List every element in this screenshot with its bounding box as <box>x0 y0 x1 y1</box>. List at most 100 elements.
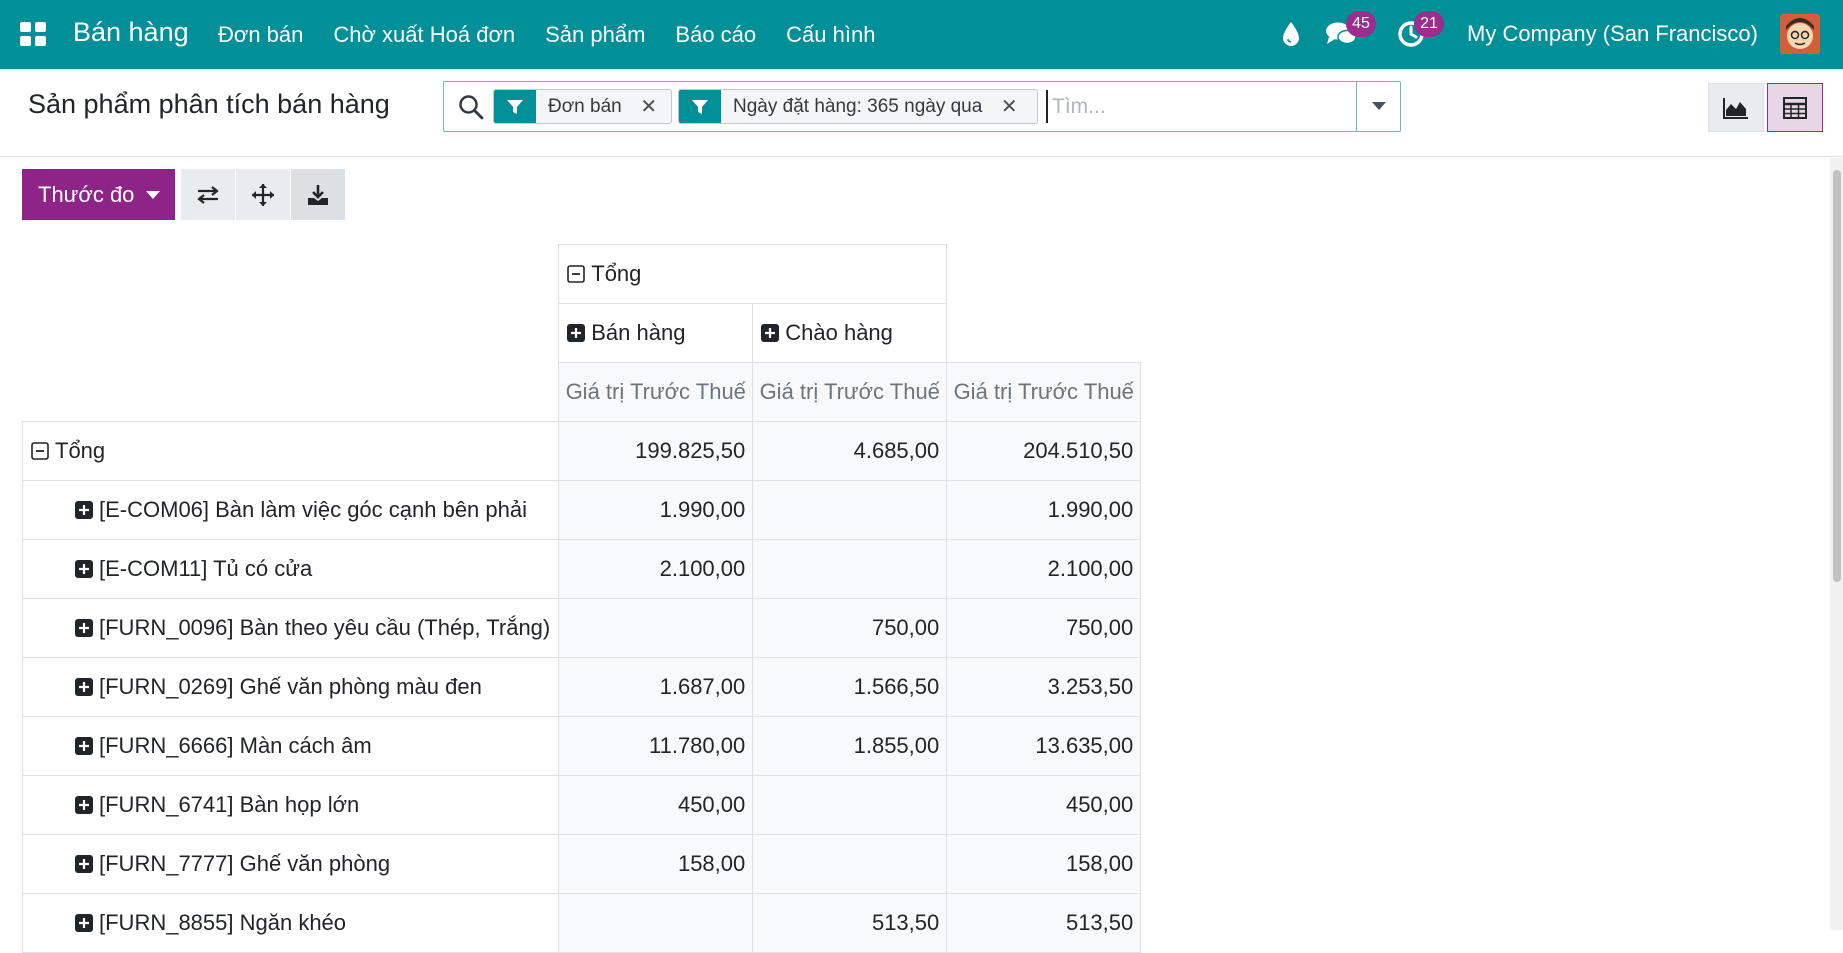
expand-plus-icon <box>567 324 586 342</box>
row-header-product[interactable]: [FURN_0269] Ghế văn phòng màu đen <box>21 657 560 717</box>
scrollbar-thumb[interactable] <box>1833 170 1841 582</box>
swap-arrows-icon <box>197 185 219 204</box>
row-header-product[interactable]: [FURN_8855] Ngăn khéo <box>21 893 560 953</box>
collapse-minus-icon <box>567 265 586 283</box>
control-panel: Sản phẩm phân tích bán hàng Đơn bán ✕ Ng… <box>0 69 1843 157</box>
table-row: [FURN_0269] Ghế văn phòng màu đen 1.687,… <box>21 657 1142 717</box>
search-options-toggle[interactable] <box>1356 82 1400 131</box>
cell-value[interactable]: 750,00 <box>752 598 948 658</box>
cell-value[interactable] <box>752 834 948 894</box>
cell-value[interactable]: 204.510,50 <box>946 421 1142 481</box>
top-navbar: Bán hàng Đơn bán Chờ xuất Hoá đơn Sản ph… <box>0 0 1843 69</box>
activities-count-badge: 21 <box>1414 11 1444 37</box>
cell-value[interactable]: 450,00 <box>558 775 754 835</box>
download-xlsx-button[interactable] <box>291 169 345 220</box>
table-row: [FURN_0096] Bàn theo yêu cầu (Thép, Trắn… <box>21 598 1142 658</box>
col-header-quotation[interactable]: Chào hàng <box>752 303 948 363</box>
expand-plus-icon <box>761 324 780 342</box>
cell-value[interactable]: 199.825,50 <box>558 421 754 481</box>
move-arrows-icon <box>252 183 274 206</box>
cell-value[interactable]: 1.990,00 <box>558 480 754 540</box>
cell-value[interactable]: 2.100,00 <box>946 539 1142 599</box>
pivot-table: Tổng Bán hàng Chào hàng Giá trị Trước Th… <box>21 244 1142 953</box>
cell-value[interactable]: 11.780,00 <box>558 716 754 776</box>
cell-value[interactable] <box>752 775 948 835</box>
cell-value[interactable]: 513,50 <box>946 893 1142 953</box>
cell-value[interactable]: 158,00 <box>558 834 754 894</box>
cell-value[interactable]: 1.566,50 <box>752 657 948 717</box>
row-header-product[interactable]: [E-COM06] Bàn làm việc góc cạnh bên phải <box>21 480 560 540</box>
menu-orders[interactable]: Đơn bán <box>218 22 303 48</box>
row-header-total[interactable]: Tổng <box>21 421 560 481</box>
filter-icon <box>679 90 721 123</box>
menu-to-invoice[interactable]: Chờ xuất Hoá đơn <box>333 22 515 48</box>
table-row: [E-COM11] Tủ có cửa 2.100,00 2.100,00 <box>21 539 1142 599</box>
cell-value[interactable] <box>558 598 754 658</box>
cell-value[interactable]: 3.253,50 <box>946 657 1142 717</box>
cell-value[interactable]: 450,00 <box>946 775 1142 835</box>
main-menu: Đơn bán Chờ xuất Hoá đơn Sản phẩm Báo cá… <box>218 22 905 48</box>
row-header-product[interactable]: [FURN_7777] Ghế văn phòng <box>21 834 560 894</box>
collapse-minus-icon <box>31 442 49 460</box>
row-header-product[interactable]: [E-COM11] Tủ có cửa <box>21 539 560 599</box>
filter-icon <box>494 90 536 123</box>
cell-value[interactable]: 1.687,00 <box>558 657 754 717</box>
menu-configuration[interactable]: Cấu hình <box>786 22 875 48</box>
expand-all-button[interactable] <box>236 169 290 220</box>
cell-value[interactable]: 750,00 <box>946 598 1142 658</box>
col-header-sales[interactable]: Bán hàng <box>558 303 754 363</box>
area-chart-icon <box>1723 97 1748 119</box>
table-row: [FURN_6741] Bàn họp lớn 450,00 450,00 <box>21 775 1142 835</box>
row-header-product[interactable]: [FURN_6666] Màn cách âm <box>21 716 560 776</box>
search-input[interactable] <box>1046 90 1356 123</box>
measure-header[interactable]: Giá trị Trước Thuế <box>946 362 1142 422</box>
cell-value[interactable] <box>752 539 948 599</box>
filter-facet-order-date: Ngày đặt hàng: 365 ngày qua ✕ <box>678 89 1038 124</box>
pivot-toolbar: Thước đo <box>22 169 345 220</box>
search-icon[interactable] <box>458 94 484 120</box>
pivot-rows: [E-COM06] Bàn làm việc góc cạnh bên phải… <box>21 480 1142 953</box>
cell-value[interactable]: 13.635,00 <box>946 716 1142 776</box>
menu-reporting[interactable]: Báo cáo <box>675 22 756 48</box>
cell-value[interactable] <box>752 480 948 540</box>
table-row: [FURN_6666] Màn cách âm 11.780,00 1.855,… <box>21 716 1142 776</box>
pivot-corner <box>22 244 559 304</box>
avatar-face-icon <box>1780 14 1820 54</box>
col-header-total[interactable]: Tổng <box>558 244 948 304</box>
cell-value[interactable]: 4.685,00 <box>752 421 948 481</box>
filter-facet-sales-orders: Đơn bán ✕ <box>493 89 672 124</box>
facet-remove-icon[interactable]: ✕ <box>994 90 1024 123</box>
graph-view-button[interactable] <box>1708 83 1764 132</box>
row-header-product[interactable]: [FURN_6741] Bàn họp lớn <box>21 775 560 835</box>
facet-label: Ngày đặt hàng: 365 ngày qua <box>733 96 983 117</box>
cell-value[interactable] <box>558 893 754 953</box>
apps-grid-icon[interactable] <box>20 22 46 46</box>
download-icon <box>308 184 328 205</box>
measures-label: Thước đo <box>38 181 135 207</box>
cell-value[interactable]: 158,00 <box>946 834 1142 894</box>
cell-value[interactable]: 1.855,00 <box>752 716 948 776</box>
user-avatar[interactable] <box>1780 14 1820 54</box>
vertical-scrollbar[interactable] <box>1830 158 1843 930</box>
cell-value[interactable]: 2.100,00 <box>558 539 754 599</box>
pivot-view-button[interactable] <box>1767 83 1823 132</box>
company-switcher[interactable]: My Company (San Francisco) <box>1467 21 1758 47</box>
menu-products[interactable]: Sản phẩm <box>545 22 645 48</box>
page-title: Sản phẩm phân tích bán hàng <box>28 89 390 119</box>
cell-value[interactable]: 1.990,00 <box>946 480 1142 540</box>
messages-count-badge: 45 <box>1346 11 1376 37</box>
row-header-product[interactable]: [FURN_0096] Bàn theo yêu cầu (Thép, Trắn… <box>21 598 560 658</box>
cell-value[interactable]: 513,50 <box>752 893 948 953</box>
flip-axis-button[interactable] <box>181 169 235 220</box>
expand-plus-icon <box>75 678 93 696</box>
expand-plus-icon <box>75 560 93 578</box>
caret-down-icon <box>1371 102 1386 110</box>
measure-header[interactable]: Giá trị Trước Thuế <box>752 362 948 422</box>
water-drop-icon[interactable] <box>1280 20 1302 48</box>
measure-header[interactable]: Giá trị Trước Thuế <box>558 362 754 422</box>
expand-plus-icon <box>75 855 93 873</box>
measures-dropdown-button[interactable]: Thước đo <box>22 169 175 220</box>
table-icon <box>1783 96 1807 119</box>
app-name[interactable]: Bán hàng <box>73 17 189 48</box>
facet-remove-icon[interactable]: ✕ <box>634 90 664 123</box>
